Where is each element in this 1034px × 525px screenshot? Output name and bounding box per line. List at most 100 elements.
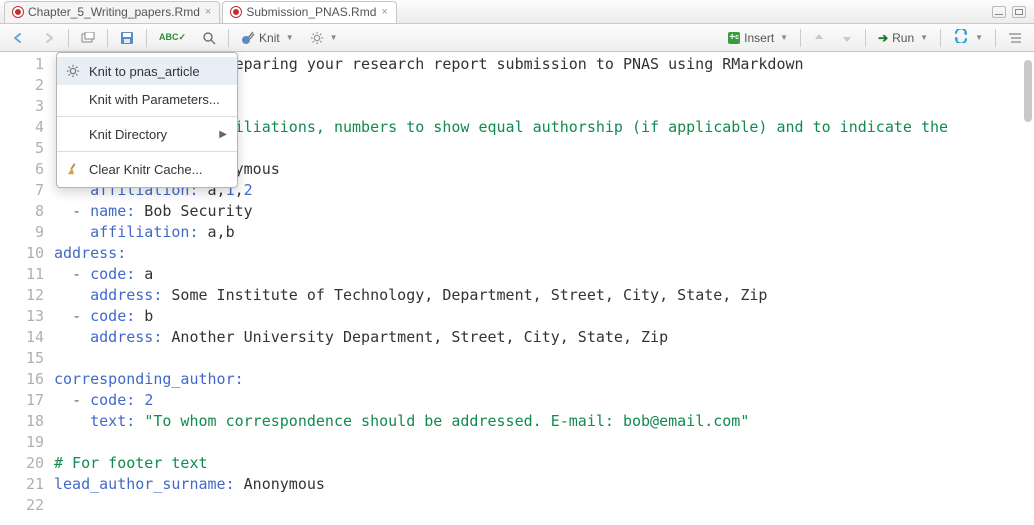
- save-button[interactable]: [114, 28, 140, 48]
- vertical-scrollbar[interactable]: [1024, 54, 1032, 474]
- insert-icon: +c: [728, 32, 740, 44]
- show-in-new-window-button[interactable]: [75, 28, 101, 48]
- separator: [68, 29, 69, 47]
- line-number: 3: [0, 96, 54, 117]
- line-number: 18: [0, 411, 54, 432]
- outline-icon: [1008, 32, 1022, 44]
- knit-button[interactable]: Knit ▼: [235, 28, 300, 48]
- menu-item-label: Knit to pnas_article: [89, 64, 200, 79]
- separator: [865, 29, 866, 47]
- line-number: 12: [0, 285, 54, 306]
- line-number: 15: [0, 348, 54, 369]
- menu-item[interactable]: Knit Directory ▶: [57, 120, 237, 148]
- chevron-right-icon: ▶: [219, 129, 227, 140]
- knit-options-button[interactable]: ▼: [304, 28, 344, 48]
- code-line[interactable]: lead_author_surname: Anonymous: [54, 474, 1034, 495]
- publish-button[interactable]: ▼: [947, 28, 989, 48]
- forward-button[interactable]: [36, 28, 62, 48]
- gear-icon: [310, 31, 324, 45]
- code-line[interactable]: - code: a: [54, 264, 1034, 285]
- spellcheck-icon: ABC✓: [159, 32, 186, 43]
- code-line[interactable]: text: "To whom correspondence should be …: [54, 411, 1034, 432]
- pane-controls: [992, 6, 1034, 18]
- knit-dropdown-menu: Knit to pnas_article Knit with Parameters…: [56, 52, 238, 188]
- chevron-down-icon: ▼: [330, 33, 338, 42]
- publish-icon: [953, 29, 969, 46]
- go-next-chunk-button[interactable]: [835, 28, 859, 48]
- code-line[interactable]: address:: [54, 243, 1034, 264]
- line-number: 2: [0, 75, 54, 96]
- code-line[interactable]: [54, 348, 1034, 369]
- tab-label: Submission_PNAS.Rmd: [246, 5, 376, 19]
- rmd-file-icon: [13, 7, 23, 17]
- insert-chunk-button[interactable]: +c Insert ▼: [722, 28, 794, 48]
- code-line[interactable]: corresponding_author:: [54, 369, 1034, 390]
- broom-icon: [65, 161, 81, 177]
- line-number: 6: [0, 159, 54, 180]
- arrow-left-icon: [12, 32, 26, 44]
- code-line[interactable]: [54, 432, 1034, 453]
- code-line[interactable]: [54, 495, 1034, 516]
- run-button[interactable]: ➔ Run ▼: [872, 28, 934, 48]
- chevron-down-icon: ▼: [286, 33, 294, 42]
- rmd-file-icon: [231, 7, 241, 17]
- blank-icon: [65, 126, 81, 142]
- arrow-up-icon: [813, 32, 825, 44]
- tab-chapter5[interactable]: Chapter_5_Writing_papers.Rmd ×: [4, 1, 220, 23]
- code-line[interactable]: # For footer text: [54, 453, 1034, 474]
- chevron-down-icon: ▼: [975, 33, 983, 42]
- menu-item[interactable]: Knit with Parameters...: [57, 85, 237, 113]
- code-line[interactable]: address: Some Institute of Technology, D…: [54, 285, 1034, 306]
- line-number: 14: [0, 327, 54, 348]
- code-line[interactable]: - name: Bob Security: [54, 201, 1034, 222]
- outline-button[interactable]: [1002, 28, 1028, 48]
- line-number: 20: [0, 453, 54, 474]
- find-replace-button[interactable]: [196, 28, 222, 48]
- line-number: 9: [0, 222, 54, 243]
- tab-submission-pnas[interactable]: Submission_PNAS.Rmd ×: [222, 1, 397, 23]
- code-line[interactable]: affiliation: a,b: [54, 222, 1034, 243]
- code-line[interactable]: - code: b: [54, 306, 1034, 327]
- tab-label: Chapter_5_Writing_papers.Rmd: [28, 5, 200, 19]
- menu-item[interactable]: Knit to pnas_article: [57, 57, 237, 85]
- line-number: 19: [0, 432, 54, 453]
- menu-item-label: Knit Directory: [89, 127, 167, 142]
- line-number: 7: [0, 180, 54, 201]
- chevron-down-icon: ▼: [920, 33, 928, 42]
- arrow-down-icon: [841, 32, 853, 44]
- close-icon[interactable]: ×: [205, 6, 211, 18]
- line-number: 11: [0, 264, 54, 285]
- line-number: 10: [0, 243, 54, 264]
- code-line[interactable]: - code: 2: [54, 390, 1034, 411]
- line-number-gutter: 12345678910111213141516171819202122: [0, 52, 54, 525]
- editor-toolbar: ABC✓ Knit ▼ ▼ +c Insert ▼: [0, 24, 1034, 52]
- menu-item-label: Knit with Parameters...: [89, 92, 220, 107]
- go-prev-chunk-button[interactable]: [807, 28, 831, 48]
- close-icon[interactable]: ×: [381, 6, 387, 18]
- gear-icon: [65, 63, 81, 79]
- line-number: 13: [0, 306, 54, 327]
- menu-item[interactable]: Clear Knitr Cache...: [57, 155, 237, 183]
- separator: [995, 29, 996, 47]
- menu-item-label: Clear Knitr Cache...: [89, 162, 202, 177]
- separator: [107, 29, 108, 47]
- arrow-right-icon: [42, 32, 56, 44]
- save-icon: [120, 31, 134, 45]
- menu-separator: [57, 151, 237, 152]
- line-number: 17: [0, 390, 54, 411]
- run-icon: ➔: [878, 31, 888, 45]
- separator: [800, 29, 801, 47]
- tab-bar: Chapter_5_Writing_papers.Rmd × Submissio…: [0, 0, 1034, 24]
- scrollbar-thumb[interactable]: [1024, 60, 1032, 122]
- separator: [940, 29, 941, 47]
- line-number: 5: [0, 138, 54, 159]
- menu-separator: [57, 116, 237, 117]
- knit-icon: [241, 31, 255, 45]
- spellcheck-button[interactable]: ABC✓: [153, 28, 192, 48]
- minimize-pane-icon[interactable]: [992, 6, 1006, 18]
- back-button[interactable]: [6, 28, 32, 48]
- chevron-down-icon: ▼: [780, 33, 788, 42]
- code-line[interactable]: address: Another University Department, …: [54, 327, 1034, 348]
- line-number: 16: [0, 369, 54, 390]
- maximize-pane-icon[interactable]: [1012, 6, 1026, 18]
